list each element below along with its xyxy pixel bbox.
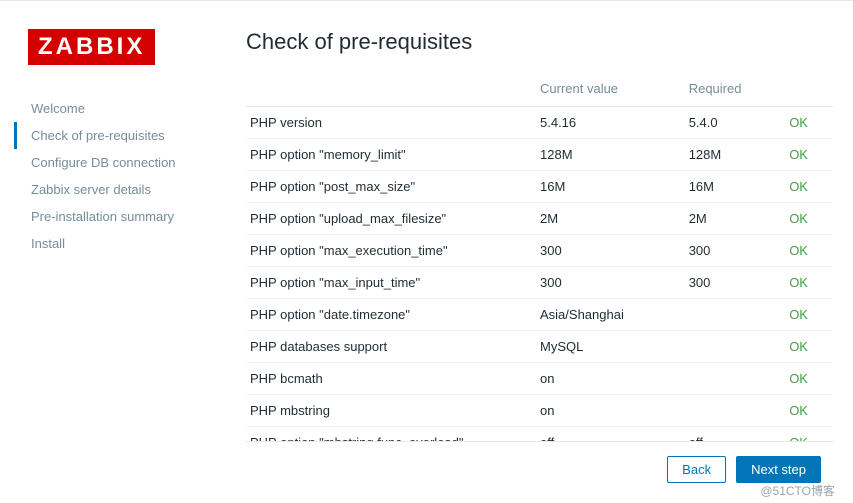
next-button[interactable]: Next step <box>736 456 821 483</box>
prerequisites-table-wrap[interactable]: Current value Required PHP version5.4.16… <box>246 73 833 442</box>
req-required: 300 <box>685 235 785 267</box>
nav-list: Welcome Check of pre-requisites Configur… <box>28 95 228 257</box>
req-name: PHP option "memory_limit" <box>246 139 536 171</box>
req-status: OK <box>785 395 833 427</box>
req-required <box>685 331 785 363</box>
req-status: OK <box>785 363 833 395</box>
col-required: Required <box>685 73 785 107</box>
col-name <box>246 73 536 107</box>
req-current: MySQL <box>536 331 685 363</box>
page-title: Check of pre-requisites <box>246 29 833 55</box>
req-current: 128M <box>536 139 685 171</box>
button-bar: Back Next step <box>246 442 833 483</box>
req-required <box>685 299 785 331</box>
col-current: Current value <box>536 73 685 107</box>
nav-item-server-details[interactable]: Zabbix server details <box>14 176 228 203</box>
nav-item-install[interactable]: Install <box>14 230 228 257</box>
req-name: PHP option "upload_max_filesize" <box>246 203 536 235</box>
req-name: PHP mbstring <box>246 395 536 427</box>
req-current: 16M <box>536 171 685 203</box>
sidebar: ZABBIX Welcome Check of pre-requisites C… <box>28 29 228 483</box>
req-name: PHP bcmath <box>246 363 536 395</box>
req-current: 300 <box>536 267 685 299</box>
req-current: 2M <box>536 203 685 235</box>
req-required: off <box>685 427 785 443</box>
table-row: PHP mbstringon OK <box>246 395 833 427</box>
req-current: off <box>536 427 685 443</box>
req-status: OK <box>785 331 833 363</box>
table-row: PHP option "upload_max_filesize"2M2MOK <box>246 203 833 235</box>
req-status: OK <box>785 107 833 139</box>
table-row: PHP option "post_max_size"16M16MOK <box>246 171 833 203</box>
watermark: @51CTO博客 <box>760 482 835 499</box>
main: Check of pre-requisites Current value Re… <box>228 29 833 483</box>
req-status: OK <box>785 235 833 267</box>
req-required: 5.4.0 <box>685 107 785 139</box>
req-status: OK <box>785 139 833 171</box>
table-row: PHP option "max_execution_time"300300OK <box>246 235 833 267</box>
nav-item-prerequisites[interactable]: Check of pre-requisites <box>14 122 228 149</box>
prerequisites-table: Current value Required PHP version5.4.16… <box>246 73 833 442</box>
req-current: Asia/Shanghai <box>536 299 685 331</box>
req-name: PHP version <box>246 107 536 139</box>
req-status: OK <box>785 267 833 299</box>
table-row: PHP option "max_input_time"300300OK <box>246 267 833 299</box>
table-row: PHP option "date.timezone"Asia/Shanghai O… <box>246 299 833 331</box>
table-row: PHP option "memory_limit"128M128MOK <box>246 139 833 171</box>
req-required <box>685 363 785 395</box>
req-current: on <box>536 395 685 427</box>
col-status <box>785 73 833 107</box>
req-required <box>685 395 785 427</box>
req-name: PHP option "post_max_size" <box>246 171 536 203</box>
req-required: 16M <box>685 171 785 203</box>
req-required: 300 <box>685 267 785 299</box>
req-name: PHP option "max_execution_time" <box>246 235 536 267</box>
req-current: 5.4.16 <box>536 107 685 139</box>
req-required: 2M <box>685 203 785 235</box>
table-row: PHP databases supportMySQL OK <box>246 331 833 363</box>
table-row: PHP option "mbstring.func_overload"offof… <box>246 427 833 443</box>
back-button[interactable]: Back <box>667 456 726 483</box>
req-name: PHP option "mbstring.func_overload" <box>246 427 536 443</box>
req-name: PHP option "max_input_time" <box>246 267 536 299</box>
nav-item-db-connection[interactable]: Configure DB connection <box>14 149 228 176</box>
req-name: PHP databases support <box>246 331 536 363</box>
req-status: OK <box>785 171 833 203</box>
table-row: PHP version5.4.165.4.0OK <box>246 107 833 139</box>
req-status: OK <box>785 299 833 331</box>
req-name: PHP option "date.timezone" <box>246 299 536 331</box>
req-current: 300 <box>536 235 685 267</box>
logo: ZABBIX <box>28 29 155 65</box>
nav-item-welcome[interactable]: Welcome <box>14 95 228 122</box>
req-current: on <box>536 363 685 395</box>
req-status: OK <box>785 427 833 443</box>
table-row: PHP bcmathon OK <box>246 363 833 395</box>
req-status: OK <box>785 203 833 235</box>
req-required: 128M <box>685 139 785 171</box>
nav-item-summary[interactable]: Pre-installation summary <box>14 203 228 230</box>
